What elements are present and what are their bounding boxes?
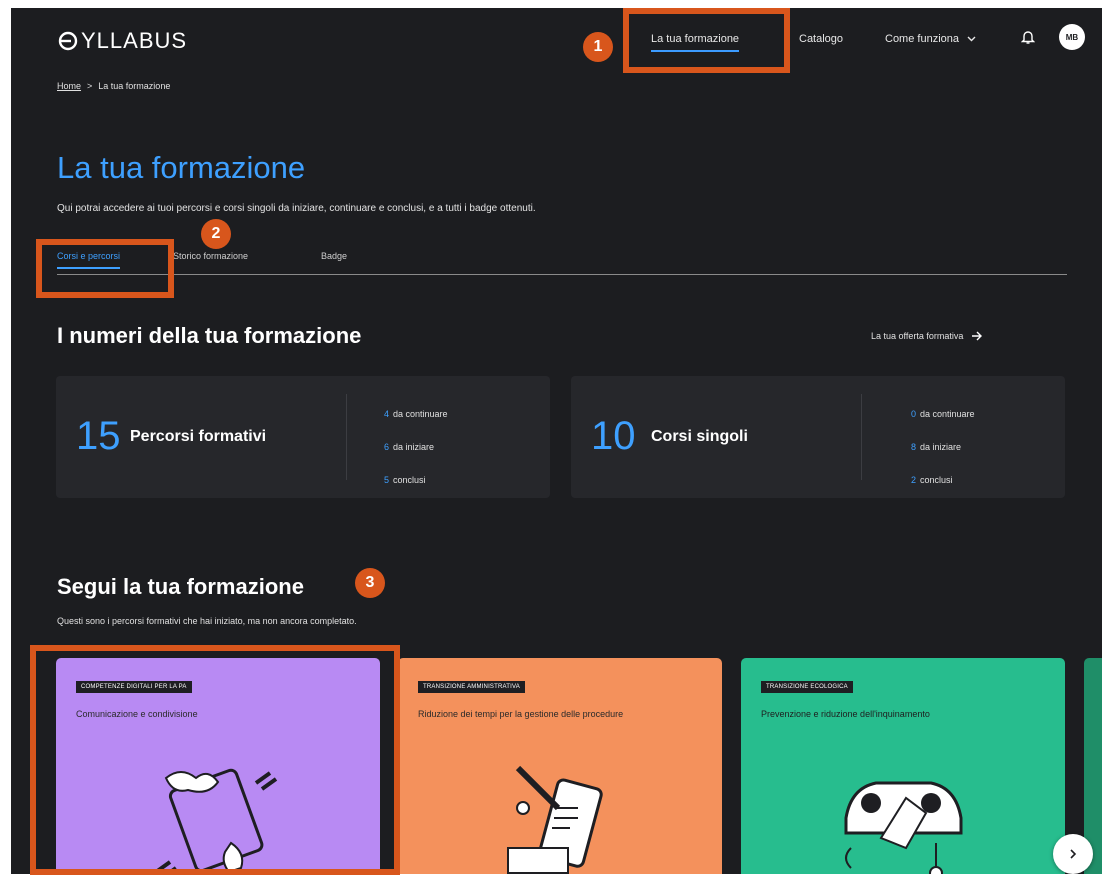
highlight-box-nav (623, 8, 790, 73)
stat-number: 10 (591, 414, 636, 458)
stat-label: Percorsi formativi (130, 428, 267, 445)
tab-bar: Corsi e percorsi Storico formazione Badg… (57, 251, 1067, 275)
offerta-formativa-link[interactable]: La tua offerta formativa (871, 331, 983, 341)
annotation-badge: 3 (355, 568, 385, 598)
stat-line-label: conclusi (393, 475, 426, 485)
numbers-section-title: I numeri della tua formazione (57, 323, 362, 348)
highlight-box-course-card (30, 645, 400, 875)
top-navigation-bar: YLLABUS La tua formazione Catalogo Come … (11, 8, 1102, 72)
page-subtitle: Qui potrai accedere ai tuoi percorsi e c… (57, 203, 536, 214)
stat-line-label: da iniziare (920, 442, 962, 452)
offerta-formativa-label: La tua offerta formativa (871, 331, 964, 341)
nav-come-funziona-label: Come funziona (885, 33, 959, 45)
chevron-down-icon (967, 36, 976, 42)
syllabus-logo[interactable]: YLLABUS (57, 28, 187, 54)
page-title: La tua formazione (57, 150, 306, 185)
stat-label: Corsi singoli (651, 428, 748, 445)
annotation-badge: 1 (583, 32, 613, 62)
phone-document-illustration-icon (507, 765, 603, 874)
stat-card-corsi-singoli: 10 Corsi singoli 0 da continuare 8 da iniz… (571, 376, 1065, 498)
arrow-right-icon (972, 331, 983, 341)
follow-section-title: Segui la tua formazione (57, 574, 304, 599)
stat-breakdown: 0 da continuare 8 da iniziare 2 conclusi (911, 398, 975, 497)
stat-line-label: da iniziare (393, 442, 435, 452)
stat-divider (861, 394, 862, 480)
stat-divider (346, 394, 347, 480)
tab-storico-formazione[interactable]: Storico formazione (173, 251, 248, 261)
course-card-riduzione-tempi[interactable]: TRANSIZIONE AMMINISTRATIVA Riduzione dei… (398, 658, 722, 874)
chevron-right-icon (1070, 849, 1077, 859)
course-card-prevenzione-inquinamento[interactable]: TRANSIZIONE ECOLOGICA Prevenzione e ridu… (741, 658, 1065, 874)
stat-line: 8 da iniziare (911, 431, 975, 464)
stat-line-count: 6 (384, 442, 390, 452)
stat-line-label: da continuare (920, 409, 975, 419)
stat-line: 0 da continuare (911, 398, 975, 431)
nav-come-funziona[interactable]: Come funziona (885, 33, 976, 45)
follow-section-subtitle: Questi sono i percorsi formativi che hai… (57, 616, 357, 626)
logo-text: YLLABUS (81, 28, 188, 53)
stat-line-count: 2 (911, 475, 917, 485)
course-title: Prevenzione e riduzione dell'inquinament… (761, 709, 930, 719)
stat-line: 5 conclusi (384, 464, 448, 497)
stat-line-count: 0 (911, 409, 917, 419)
bell-icon[interactable] (1021, 29, 1035, 45)
stat-number: 15 (76, 414, 121, 458)
carousel-next-button[interactable] (1053, 834, 1093, 874)
stat-line: 6 da iniziare (384, 431, 448, 464)
highlight-box-tab (36, 239, 174, 298)
breadcrumb-home-link[interactable]: Home (57, 81, 81, 91)
course-category-tag: TRANSIZIONE AMMINISTRATIVA (418, 681, 525, 693)
nav-catalogo[interactable]: Catalogo (799, 33, 843, 45)
stat-line-label: da continuare (393, 409, 448, 419)
stat-line-label: conclusi (920, 475, 953, 485)
stat-line-count: 8 (911, 442, 917, 452)
tab-badge[interactable]: Badge (321, 251, 347, 261)
logo-icon (58, 31, 78, 51)
stat-line: 4 da continuare (384, 398, 448, 431)
stat-line-count: 4 (384, 409, 390, 419)
course-title: Riduzione dei tempi per la gestione dell… (418, 709, 624, 719)
electric-car-illustration-icon (844, 781, 963, 874)
course-category-tag: TRANSIZIONE ECOLOGICA (761, 681, 853, 693)
user-avatar[interactable]: MB (1059, 24, 1085, 50)
stat-breakdown: 4 da continuare 6 da iniziare 5 conclusi (384, 398, 448, 497)
annotation-badge: 2 (201, 219, 231, 249)
stat-card-percorsi: 15 Percorsi formativi 4 da continuare 6 da… (56, 376, 550, 498)
breadcrumb-separator: > (87, 81, 93, 91)
breadcrumb-current: La tua formazione (98, 81, 171, 91)
stat-line-count: 5 (384, 475, 390, 485)
breadcrumb: Home > La tua formazione (57, 81, 170, 91)
stat-line: 2 conclusi (911, 464, 975, 497)
